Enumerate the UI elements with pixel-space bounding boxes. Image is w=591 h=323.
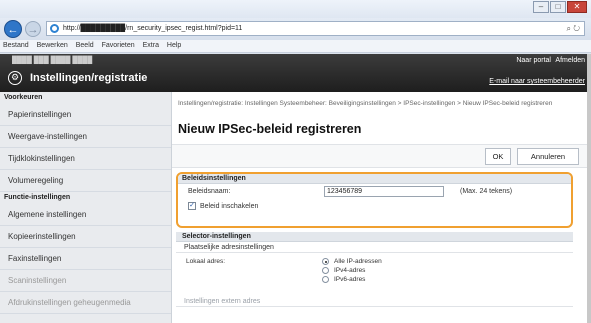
page-title: Nieuw IPSec-beleid registreren — [178, 122, 362, 136]
cancel-button[interactable]: Annuleren — [517, 148, 579, 165]
menu-beeld[interactable]: Beeld — [76, 42, 94, 49]
radio-all-ip-label[interactable]: Alle IP-adressen — [334, 257, 382, 266]
sidebar-item-scan[interactable]: Scaninstellingen — [0, 270, 171, 292]
radio-ipv4-label[interactable]: IPv4-adres — [334, 266, 365, 275]
page-scrollbar[interactable] — [587, 54, 591, 323]
settings-logo-icon: ⚙ — [8, 71, 22, 85]
radio-ipv4[interactable] — [322, 267, 329, 274]
address-row: ← → http://█████████/rn_security_ipsec_r… — [0, 18, 591, 40]
search-refresh-icon[interactable]: ⌕ ↻ — [567, 22, 580, 35]
main-content: Instellingen/registratie: Instellingen S… — [172, 92, 587, 323]
sidebar-item-general[interactable]: Algemene instellingen — [0, 204, 171, 226]
radio-row-all: Lokaal adres: Alle IP-adressen — [176, 257, 573, 266]
breadcrumb: Instellingen/registratie: Instellingen S… — [178, 100, 553, 107]
sidebar-item-paper[interactable]: Papierinstellingen — [0, 104, 171, 126]
url-text: http://█████████/rn_security_ipsec_regis… — [63, 25, 243, 32]
maximize-button[interactable]: □ — [550, 1, 566, 13]
enable-policy-checkbox[interactable]: ✓ — [188, 202, 196, 210]
enable-policy-row: ✓ Beleid inschakelen — [178, 199, 571, 214]
sidebar-section-functions: Functie-instellingen — [4, 194, 71, 201]
address-bar[interactable]: http://█████████/rn_security_ipsec_regis… — [46, 21, 585, 36]
menu-help[interactable]: Help — [167, 42, 181, 49]
header-top-row: ████ ███ ████ ████ Naar portal Afmelden — [0, 57, 591, 67]
device-info: ████ ███ ████ ████ — [12, 57, 93, 64]
local-address-subheading: Plaatselijke adresinstellingen — [176, 242, 573, 253]
radio-all-ip[interactable] — [322, 258, 329, 265]
selector-settings-section: Selector-instellingen Plaatselijke adres… — [176, 232, 573, 323]
local-address-label: Lokaal adres: — [186, 258, 226, 265]
back-arrow-icon: ← — [7, 24, 19, 36]
radio-ipv6-label[interactable]: IPv6-adres — [334, 275, 365, 284]
policy-settings-heading: Beleidsinstellingen — [178, 174, 571, 184]
sidebar-item-volume[interactable]: Volumeregeling — [0, 170, 171, 192]
sidebar-section-preferences: Voorkeuren — [4, 94, 43, 101]
policy-name-label: Beleidsnaam: — [188, 188, 231, 195]
ok-button[interactable]: OK — [485, 148, 511, 165]
app-title: Instellingen/registratie — [30, 72, 148, 84]
forward-arrow-icon: → — [27, 24, 39, 36]
policy-settings-section: Beleidsinstellingen Beleidsnaam: (Max. 2… — [176, 172, 573, 228]
sidebar: Voorkeuren Papierinstellingen Weergave-i… — [0, 92, 172, 323]
radio-ipv6[interactable] — [322, 276, 329, 283]
radio-row-ipv4: IPv4-adres — [176, 266, 573, 275]
enable-policy-label[interactable]: Beleid inschakelen — [200, 199, 258, 214]
browser-menu-bar: Bestand Bewerken Beeld Favorieten Extra … — [0, 40, 591, 53]
back-button[interactable]: ← — [4, 20, 22, 38]
forward-button[interactable]: → — [25, 21, 41, 37]
logout-link[interactable]: Afmelden — [555, 57, 585, 64]
menu-bestand[interactable]: Bestand — [3, 42, 29, 49]
sidebar-item-fax[interactable]: Faxinstellingen — [0, 248, 171, 270]
policy-name-row: Beleidsnaam: (Max. 24 tekens) — [178, 184, 571, 199]
sidebar-item-timer[interactable]: Tijdklokinstellingen — [0, 148, 171, 170]
portal-link[interactable]: Naar portal — [516, 57, 551, 64]
browser-logo-icon — [50, 24, 59, 33]
radio-row-ipv6: IPv6-adres — [176, 275, 573, 284]
action-bar: OK Annuleren — [172, 144, 587, 168]
selector-settings-heading: Selector-instellingen — [176, 232, 573, 242]
remote-address-subheading: Instellingen extern adres — [176, 296, 573, 307]
policy-name-input[interactable] — [324, 186, 444, 197]
menu-bewerken[interactable]: Bewerken — [37, 42, 68, 49]
app-header: ████ ███ ████ ████ Naar portal Afmelden … — [0, 54, 591, 92]
sidebar-item-display[interactable]: Weergave-instellingen — [0, 126, 171, 148]
menu-favorieten[interactable]: Favorieten — [102, 42, 135, 49]
sidebar-item-media-print[interactable]: Afdrukinstellingen geheugenmedia — [0, 292, 171, 314]
menu-extra[interactable]: Extra — [143, 42, 159, 49]
close-window-button[interactable]: ✕ — [567, 1, 587, 13]
policy-name-hint: (Max. 24 tekens) — [460, 188, 513, 195]
sidebar-item-copy[interactable]: Kopieerinstellingen — [0, 226, 171, 248]
minimize-button[interactable]: – — [533, 1, 549, 13]
email-admin-link[interactable]: E-mail naar systeembeheerder — [489, 78, 585, 85]
browser-title-bar: – □ ✕ — [0, 0, 591, 18]
